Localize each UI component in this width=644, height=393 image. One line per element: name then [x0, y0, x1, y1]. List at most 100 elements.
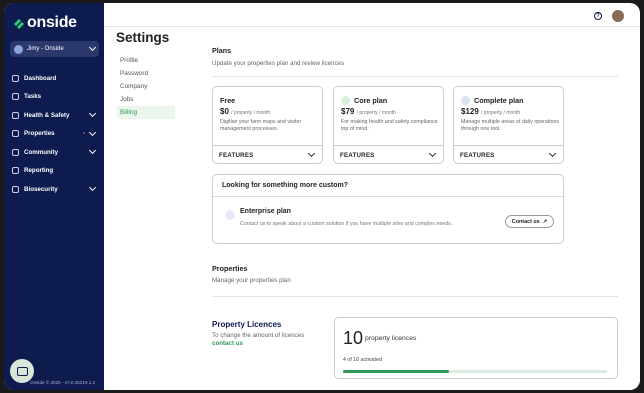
plan-card[interactable]: Free $0 / property / month Digitise your f…	[212, 86, 323, 164]
custom-plan-box: Looking for something more custom? Enter…	[212, 174, 564, 244]
sidebar-item-tasks[interactable]: Tasks	[10, 88, 99, 107]
plan-price-unit: / property / month	[481, 110, 521, 116]
features-label: FEATURES	[340, 151, 375, 159]
logo-mark-icon	[14, 19, 24, 29]
app-version: Onside © 2025 - v7.0.25219.1.2	[30, 380, 96, 385]
plan-name-row: Free	[220, 96, 235, 105]
brand-name: onside	[27, 14, 77, 31]
page-title: Settings	[116, 30, 170, 45]
features-label: FEATURES	[460, 151, 495, 159]
properties-icon	[12, 130, 19, 138]
sidebar-item-community[interactable]: Community	[10, 143, 99, 162]
biosecurity-icon	[12, 185, 19, 193]
health-safety-icon	[12, 111, 19, 119]
licence-count-label: property licences	[365, 335, 417, 342]
sidebar-item-dashboard[interactable]: Dashboard	[10, 69, 99, 88]
subnav-jobs[interactable]: Jobs	[117, 93, 175, 106]
plan-price: $0	[220, 107, 229, 116]
enterprise-icon	[225, 210, 235, 220]
chevron-down-icon	[307, 149, 316, 158]
sidebar-item-properties[interactable]: Properties •	[10, 125, 99, 144]
plan-features-toggle[interactable]: FEATURES	[334, 145, 443, 164]
app-window: onside Jimy - Onside Dashboard Tasks Healt…	[4, 3, 640, 390]
plan-price-row: $129 / property / month	[461, 107, 520, 116]
plan-price: $79	[341, 107, 355, 116]
plan-name-row: Complete plan	[461, 96, 524, 105]
activated-text: 4 of 10 activated	[343, 357, 382, 363]
subnav-profile[interactable]: Profile	[117, 54, 175, 67]
plan-badge-icon	[461, 96, 470, 105]
chevron-down-icon	[88, 184, 97, 192]
subnav-company[interactable]: Company	[117, 80, 175, 93]
sidebar: onside Jimy - Onside Dashboard Tasks Healt…	[4, 3, 104, 390]
plan-badge-icon	[341, 96, 350, 105]
sidebar-item-label: Reporting	[24, 167, 54, 175]
sidebar-item-label: Biosecurity	[24, 185, 58, 193]
chevron-down-icon	[88, 43, 97, 52]
plan-name: Core plan	[354, 96, 388, 105]
sidebar-item-reporting[interactable]: Reporting	[10, 162, 99, 181]
plans-title: Plans	[212, 46, 232, 55]
licence-count: 10	[343, 328, 364, 348]
custom-divider	[213, 196, 563, 197]
settings-subnav: Profile Password Company Jobs Billing	[117, 54, 175, 119]
user-avatar[interactable]	[612, 10, 624, 22]
plan-price-unit: / property / month	[356, 110, 396, 116]
subnav-password[interactable]: Password	[117, 67, 175, 80]
plan-description: Manage multiple areas of daily operation…	[461, 119, 560, 132]
plan-card[interactable]: Core plan $79 / property / month For makin…	[333, 86, 444, 164]
licences-text: To change the amount of licences	[212, 332, 305, 339]
plan-name: Complete plan	[474, 96, 524, 105]
external-arrow-icon: ↗	[542, 218, 548, 225]
sidebar-item-label: Properties	[24, 130, 55, 138]
topbar-divider	[104, 26, 640, 27]
chevron-down-icon	[428, 149, 437, 158]
tasks-icon	[12, 93, 19, 101]
contact-us-label: Contact us	[511, 218, 540, 225]
plan-card[interactable]: Complete plan $129 / property / month Mana…	[453, 86, 564, 164]
plan-name: Free	[220, 96, 236, 105]
licences-title: Property Licences	[212, 320, 282, 329]
community-icon	[12, 148, 19, 156]
plans-divider	[212, 76, 618, 77]
plan-price: $129	[461, 107, 479, 116]
chevron-down-icon	[88, 110, 97, 118]
plan-features-toggle[interactable]: FEATURES	[213, 145, 322, 164]
chat-icon	[16, 366, 28, 376]
enterprise-plan-title: Enterprise plan	[240, 208, 291, 215]
sidebar-nav: Dashboard Tasks Health & Safety Properties •…	[10, 69, 99, 199]
properties-subtitle: Manage your properties plan	[212, 277, 291, 284]
plan-features-toggle[interactable]: FEATURES	[454, 145, 563, 164]
licence-summary-card: 10 property licences 4 of 10 activated	[334, 317, 618, 379]
plans-subtitle: Update your properties plan and review l…	[212, 60, 345, 67]
help-icon[interactable]: ?	[594, 12, 602, 20]
sidebar-item-biosecurity[interactable]: Biosecurity	[10, 180, 99, 199]
sidebar-item-label: Community	[24, 148, 59, 156]
sidebar-item-label: Health & Safety	[24, 111, 70, 119]
enterprise-plan-desc: Contact us to speak about a custom solut…	[240, 221, 453, 227]
reporting-icon	[12, 167, 19, 175]
chevron-down-icon	[88, 147, 97, 155]
plan-description: For making health and safety compliance …	[341, 119, 438, 132]
activation-progress-bar	[343, 370, 607, 373]
farm-avatar	[14, 44, 23, 54]
sidebar-item-label: Dashboard	[24, 74, 57, 82]
activation-progress-fill	[343, 370, 449, 373]
plan-price-row: $0 / property / month	[220, 107, 270, 116]
properties-divider	[212, 296, 618, 297]
contact-us-button[interactable]: Contact us ↗	[505, 215, 554, 228]
brand-logo[interactable]: onside	[13, 14, 77, 32]
plan-name-row: Core plan	[341, 96, 387, 105]
custom-title: Looking for something more custom?	[222, 182, 349, 189]
plan-description: Digitise your farm maps and visitor mana…	[220, 119, 302, 132]
sidebar-item-health-safety[interactable]: Health & Safety	[10, 106, 99, 125]
notification-dot-icon: •	[83, 130, 85, 137]
plan-price-row: $79 / property / month	[341, 107, 396, 116]
chevron-down-icon	[88, 128, 97, 136]
dashboard-icon	[12, 74, 19, 82]
subnav-billing[interactable]: Billing	[117, 106, 175, 119]
chevron-down-icon	[548, 149, 557, 158]
contact-us-link[interactable]: contact us	[212, 340, 243, 347]
farm-selector[interactable]: Jimy - Onside	[10, 41, 99, 57]
properties-title: Properties	[212, 264, 248, 273]
